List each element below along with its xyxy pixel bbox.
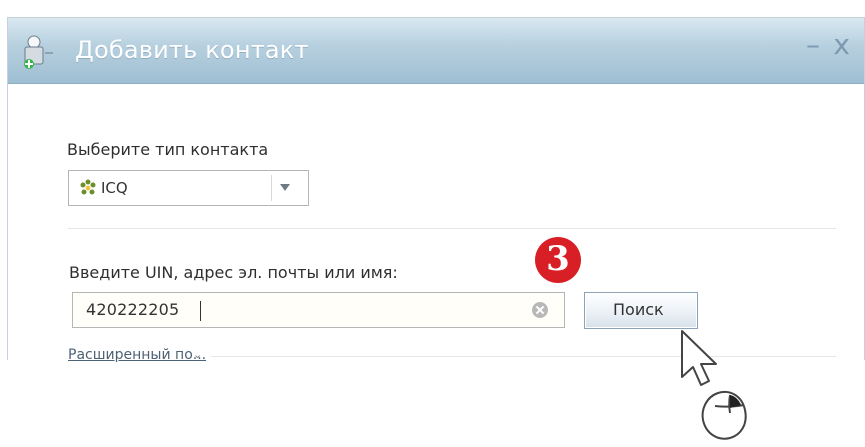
step-number-badge: 3	[535, 237, 581, 283]
search-input[interactable]: 420222205	[72, 292, 565, 328]
dialog-body: Выберите тип контакта ICQ 3 Введите UIN,…	[8, 84, 864, 440]
dropdown-button[interactable]	[271, 175, 298, 201]
chevron-down-icon	[280, 184, 290, 191]
advanced-search-link[interactable]: Расширенный по...	[68, 347, 206, 363]
close-icon[interactable]: x	[833, 31, 850, 59]
search-input-value: 420222205	[86, 300, 180, 319]
window-title: Добавить контакт	[75, 36, 309, 64]
search-label: Введите UIN, адрес эл. почты или имя:	[69, 263, 398, 282]
section-divider	[68, 228, 836, 229]
titlebar: Добавить контакт – x	[8, 18, 864, 84]
double-chevron-down-icon[interactable]: ⌄	[193, 348, 202, 361]
cursor-icon	[658, 323, 758, 443]
add-contact-icon	[21, 35, 57, 69]
contact-type-select[interactable]: ICQ	[68, 170, 309, 206]
flower-icon	[79, 179, 97, 197]
search-button-label: Поиск	[613, 300, 664, 319]
text-caret	[200, 301, 201, 321]
contact-type-label: Выберите тип контакта	[67, 140, 269, 159]
add-contact-window: Добавить контакт – x Выберите тип контак…	[7, 17, 865, 440]
minimize-icon[interactable]: –	[806, 31, 820, 59]
selected-contact-type: ICQ	[101, 179, 128, 197]
clear-icon[interactable]	[532, 302, 548, 318]
